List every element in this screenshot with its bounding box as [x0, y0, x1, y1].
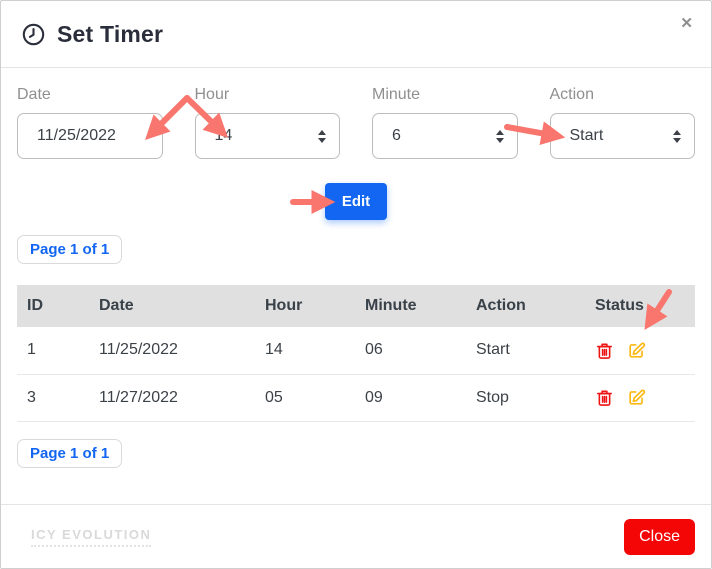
action-field-group: Action Start: [549, 86, 695, 159]
close-button[interactable]: Close: [624, 518, 695, 555]
pagination-top: Page 1 of 1: [17, 235, 695, 264]
close-icon[interactable]: ✕: [680, 16, 693, 31]
modal-footer: ICY EVOLUTION Close: [1, 504, 711, 568]
cell-hour: 05: [255, 374, 355, 422]
hour-label: Hour: [194, 86, 230, 103]
hour-field-group: Hour 14: [194, 86, 340, 159]
hour-select[interactable]: 14: [194, 113, 340, 159]
col-header-minute: Minute: [355, 285, 466, 327]
hour-select-value: 14: [214, 127, 233, 144]
updown-stepper-icon: [318, 129, 326, 143]
col-header-hour: Hour: [255, 285, 355, 327]
timers-table: ID Date Hour Minute Action Status 1 11/2…: [17, 285, 695, 422]
page-indicator-button-bottom[interactable]: Page 1 of 1: [17, 438, 123, 468]
col-header-status: Status: [585, 285, 695, 327]
table-header-row: ID Date Hour Minute Action Status: [17, 285, 695, 327]
minute-label: Minute: [372, 86, 421, 103]
cell-action: Start: [466, 327, 585, 375]
date-field-group: Date: [17, 86, 163, 159]
cell-minute: 06: [355, 327, 466, 375]
edit-button[interactable]: Edit: [324, 183, 388, 220]
col-header-action: Action: [466, 285, 585, 327]
edit-pencil-icon[interactable]: [627, 388, 646, 407]
cell-id: 1: [17, 327, 89, 375]
cell-action: Stop: [466, 374, 585, 422]
cell-minute: 09: [355, 374, 466, 422]
updown-stepper-icon: [673, 129, 681, 143]
modal-title: Set Timer: [57, 20, 164, 47]
action-label: Action: [549, 86, 594, 103]
col-header-date: Date: [89, 285, 255, 327]
cell-date: 11/27/2022: [89, 374, 255, 422]
edit-button-row: Edit: [17, 183, 695, 221]
table-row: 1 11/25/2022 14 06 Start: [17, 327, 695, 375]
cell-id: 3: [17, 374, 89, 422]
watermark-logo: ICY EVOLUTION: [31, 527, 152, 547]
page-indicator-button-top[interactable]: Page 1 of 1: [17, 235, 123, 264]
minute-select[interactable]: 6: [372, 113, 518, 159]
modal-body: Date Hour 14 Minute 6 Action: [1, 68, 711, 468]
set-timer-modal: Set Timer ✕ Date Hour 14 Minute 6: [0, 0, 712, 569]
action-select[interactable]: Start: [549, 113, 695, 159]
cell-date: 11/25/2022: [89, 327, 255, 375]
pagination-bottom: Page 1 of 1: [17, 438, 695, 468]
cell-hour: 14: [255, 327, 355, 375]
modal-header: Set Timer ✕: [1, 1, 711, 68]
date-input[interactable]: [17, 113, 163, 159]
action-select-value: Start: [569, 127, 604, 144]
minute-select-value: 6: [392, 127, 401, 144]
timer-form: Date Hour 14 Minute 6 Action: [17, 86, 695, 159]
updown-stepper-icon: [495, 129, 504, 143]
row-actions: [595, 341, 685, 360]
trash-icon[interactable]: [595, 388, 614, 407]
col-header-id: ID: [17, 285, 89, 327]
clock-icon: [21, 22, 46, 47]
trash-icon[interactable]: [595, 341, 614, 360]
minute-field-group: Minute 6: [372, 86, 518, 159]
table-row: 3 11/27/2022 05 09 Stop: [17, 374, 695, 422]
row-actions: [595, 388, 685, 407]
date-label: Date: [17, 86, 51, 103]
edit-pencil-icon[interactable]: [627, 341, 646, 360]
